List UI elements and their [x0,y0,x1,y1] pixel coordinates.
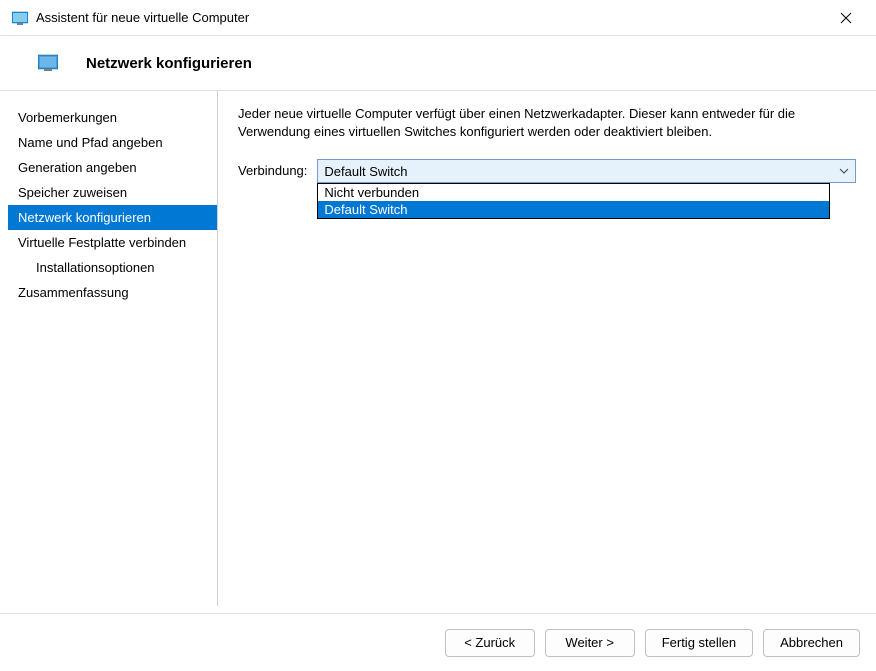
sidebar-item[interactable]: Virtuelle Festplatte verbinden [8,230,217,255]
sidebar-item[interactable]: Vorbemerkungen [8,105,217,130]
finish-button[interactable]: Fertig stellen [645,629,753,657]
close-button[interactable] [828,4,864,32]
window-title: Assistent für neue virtuelle Computer [36,10,828,25]
header-icon [38,54,58,72]
connection-dropdown[interactable]: Default Switch [317,159,856,183]
connection-field: Verbindung: Default Switch Nicht verbund… [238,159,856,183]
description-text: Jeder neue virtuelle Computer verfügt üb… [238,105,856,141]
app-icon [12,10,28,26]
page-title: Netzwerk konfigurieren [86,55,252,72]
dropdown-selected-value: Default Switch [324,164,839,179]
connection-dropdown-wrapper: Default Switch Nicht verbundenDefault Sw… [317,159,856,183]
close-icon [840,12,852,24]
wizard-button-bar: < Zurück Weiter > Fertig stellen Abbrech… [0,613,876,671]
wizard-header: Netzwerk konfigurieren [0,36,876,91]
sidebar-item[interactable]: Zusammenfassung [8,280,217,305]
titlebar: Assistent für neue virtuelle Computer [0,0,876,36]
back-button[interactable]: < Zurück [445,629,535,657]
main-panel: Jeder neue virtuelle Computer verfügt üb… [218,91,876,606]
sidebar-item[interactable]: Installationsoptionen [8,255,217,280]
connection-label: Verbindung: [238,159,307,178]
cancel-button[interactable]: Abbrechen [763,629,860,657]
wizard-steps-sidebar: VorbemerkungenName und Pfad angebenGener… [8,91,218,606]
sidebar-item[interactable]: Netzwerk konfigurieren [8,205,217,230]
next-button[interactable]: Weiter > [545,629,635,657]
sidebar-item[interactable]: Name und Pfad angeben [8,130,217,155]
connection-dropdown-list: Nicht verbundenDefault Switch [317,183,830,219]
chevron-down-icon [839,166,849,176]
dropdown-option[interactable]: Nicht verbunden [318,184,829,201]
dropdown-option[interactable]: Default Switch [318,201,829,218]
sidebar-item[interactable]: Generation angeben [8,155,217,180]
sidebar-item[interactable]: Speicher zuweisen [8,180,217,205]
content-area: VorbemerkungenName und Pfad angebenGener… [0,91,876,606]
